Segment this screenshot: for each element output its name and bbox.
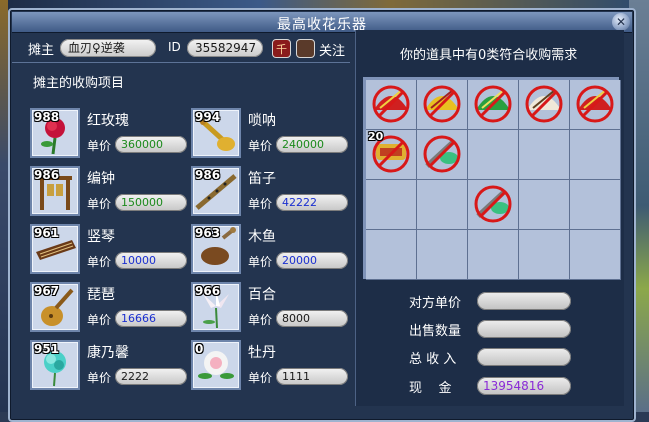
item-name: 竖琴 bbox=[87, 229, 115, 245]
follow-label: 关注 bbox=[319, 44, 346, 59]
red-fan-disabled-icon bbox=[372, 85, 410, 123]
inventory-item[interactable] bbox=[417, 130, 467, 179]
close-button[interactable]: ✕ bbox=[612, 13, 630, 31]
unit-price-value: 2222 bbox=[115, 368, 187, 385]
inventory-slot[interactable] bbox=[570, 180, 621, 230]
inventory-item[interactable] bbox=[417, 80, 467, 129]
item-slot[interactable]: 961 bbox=[30, 224, 80, 274]
item-name: 康乃馨 bbox=[87, 345, 129, 361]
chat-button[interactable]: 千 bbox=[272, 39, 291, 58]
item-count: 986 bbox=[34, 168, 60, 182]
jade-disabled-icon bbox=[423, 135, 461, 173]
inventory-item[interactable] bbox=[366, 80, 416, 129]
inventory-slot[interactable] bbox=[570, 230, 621, 280]
id-label: ID bbox=[168, 40, 181, 54]
item-count: 966 bbox=[195, 284, 221, 298]
item-count: 988 bbox=[34, 110, 60, 124]
inventory-item[interactable] bbox=[519, 80, 569, 129]
unit-price-value: 42222 bbox=[276, 194, 348, 211]
inventory-slot[interactable] bbox=[519, 230, 570, 280]
matching-items-heading: 你的道具中有0类符合收购需求 bbox=[400, 48, 578, 63]
gold-fan-disabled-icon bbox=[423, 85, 461, 123]
cash-field: 13954816 bbox=[477, 377, 571, 395]
inventory-slot[interactable] bbox=[570, 130, 621, 180]
item-name: 百合 bbox=[248, 287, 276, 303]
unit-price-value: 360000 bbox=[115, 136, 187, 153]
item-slot[interactable]: 963 bbox=[191, 224, 241, 274]
green-fan-disabled-icon bbox=[474, 85, 512, 123]
unit-price-label: 单价 bbox=[248, 255, 273, 269]
inventory-slot[interactable] bbox=[366, 180, 417, 230]
inventory-slot[interactable] bbox=[417, 230, 468, 280]
background-left-strip bbox=[0, 0, 8, 412]
unit-price-label: 单价 bbox=[248, 313, 273, 327]
unit-price-value: 1111 bbox=[276, 368, 348, 385]
unit-price-label: 单价 bbox=[248, 371, 273, 385]
chat-icon: 千 bbox=[276, 43, 287, 56]
unit-price-label: 单价 bbox=[248, 139, 273, 153]
item-name: 红玫瑰 bbox=[87, 113, 129, 129]
unit-price-value: 10000 bbox=[115, 252, 187, 269]
unit-price-label: 单价 bbox=[87, 255, 112, 269]
item-name: 编钟 bbox=[87, 171, 115, 187]
unit-price-value: 16666 bbox=[115, 310, 187, 327]
inventory-grid: 20 bbox=[363, 77, 621, 280]
red-fan-disabled-icon bbox=[576, 85, 614, 123]
stall-owner-id: 35582947 bbox=[187, 39, 263, 57]
inventory-slot[interactable] bbox=[417, 180, 468, 230]
inventory-slot[interactable] bbox=[366, 230, 417, 280]
inventory-item-count: 20 bbox=[368, 130, 384, 143]
item-name: 唢呐 bbox=[248, 113, 276, 129]
item-count: 0 bbox=[195, 342, 204, 356]
item-slot[interactable]: 994 bbox=[191, 108, 241, 158]
unit-price-label: 单价 bbox=[248, 197, 273, 211]
item-count: 951 bbox=[34, 342, 60, 356]
total-income-label: 总 收 入 bbox=[409, 352, 457, 367]
total-income-field bbox=[477, 348, 571, 366]
item-slot[interactable]: 951 bbox=[30, 340, 80, 390]
unit-price-value: 150000 bbox=[115, 194, 187, 211]
unit-price-field[interactable] bbox=[477, 292, 571, 310]
inventory-item[interactable] bbox=[570, 80, 620, 129]
item-name: 牡丹 bbox=[248, 345, 276, 361]
item-count: 963 bbox=[195, 226, 221, 240]
sell-quantity-label: 出售数量 bbox=[409, 324, 462, 339]
unit-price-label: 单价 bbox=[87, 313, 112, 327]
unit-price-value: 240000 bbox=[276, 136, 348, 153]
white-fan-disabled-icon bbox=[525, 85, 563, 123]
unit-price-label: 单价 bbox=[87, 371, 112, 385]
unit-price-label: 对方单价 bbox=[409, 296, 462, 311]
item-name: 笛子 bbox=[248, 171, 276, 187]
unit-price-label: 单价 bbox=[87, 139, 112, 153]
item-slot[interactable]: 967 bbox=[30, 282, 80, 332]
inventory-slot[interactable] bbox=[468, 130, 519, 180]
unit-price-value: 20000 bbox=[276, 252, 348, 269]
item-slot[interactable]: 966 bbox=[191, 282, 241, 332]
inventory-slot[interactable] bbox=[468, 230, 519, 280]
inventory-item[interactable]: 20 bbox=[366, 130, 416, 179]
unit-price-label: 单价 bbox=[87, 197, 112, 211]
item-count: 994 bbox=[195, 110, 221, 124]
stall-owner-name: 血刃♀逆袭 bbox=[60, 39, 156, 57]
item-name: 琵琶 bbox=[87, 287, 115, 303]
item-slot[interactable]: 988 bbox=[30, 108, 80, 158]
stall-owner-label: 摊主 bbox=[28, 43, 55, 58]
item-slot[interactable]: 986 bbox=[30, 166, 80, 216]
item-count: 967 bbox=[34, 284, 60, 298]
inventory-slot[interactable] bbox=[519, 130, 570, 180]
inventory-slot[interactable] bbox=[519, 180, 570, 230]
item-slot[interactable]: 986 bbox=[191, 166, 241, 216]
item-count: 986 bbox=[195, 168, 221, 182]
follow-checkbox[interactable] bbox=[296, 39, 315, 58]
svg-text:千: 千 bbox=[276, 43, 287, 56]
item-count: 961 bbox=[34, 226, 60, 240]
jade-disabled-icon bbox=[474, 185, 512, 223]
item-slot[interactable]: 0 bbox=[191, 340, 241, 390]
unit-price-value: 8000 bbox=[276, 310, 348, 327]
inventory-item[interactable] bbox=[468, 80, 518, 129]
cash-label: 现 金 bbox=[409, 381, 452, 396]
sell-quantity-field[interactable] bbox=[477, 320, 571, 338]
inventory-item[interactable] bbox=[468, 180, 518, 229]
item-name: 木鱼 bbox=[248, 229, 276, 245]
